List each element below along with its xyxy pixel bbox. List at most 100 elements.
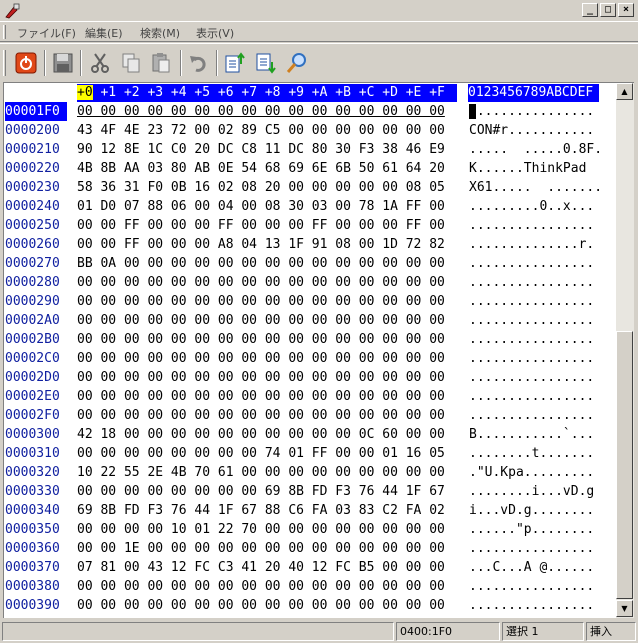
row-ascii[interactable]: B...........`...	[469, 425, 594, 444]
menu-search[interactable]: 検索(M)	[140, 25, 180, 41]
row-ascii[interactable]: ................	[469, 254, 594, 273]
row-hex-bytes[interactable]: 00 00 00 00 00 00 00 00 00 00 00 00 00 0…	[77, 349, 445, 368]
hex-column-labels: +1 +2 +3 +4 +5 +6 +7 +8 +9 +A +B +C +D +…	[92, 85, 445, 100]
row-hex-bytes[interactable]: 00 00 00 00 00 00 00 00 00 00 00 00 00 0…	[77, 102, 445, 121]
row-hex-bytes[interactable]: 00 00 00 00 00 00 00 00 00 00 00 00 00 0…	[77, 330, 445, 349]
status-mode: 挿入	[586, 622, 636, 641]
row-hex-bytes[interactable]: 00 00 00 00 00 00 00 00 00 00 00 00 00 0…	[77, 368, 445, 387]
row-address: 0000300	[5, 427, 60, 442]
row-ascii[interactable]: ................	[469, 387, 594, 406]
menu-grip	[3, 25, 6, 39]
scroll-down-button[interactable]: ▼	[616, 600, 633, 617]
row-address: 0000360	[5, 541, 60, 556]
row-ascii[interactable]: ................	[469, 577, 594, 596]
menu-bar: ファイル(F) 編集(E) 検索(M) 表示(V)	[0, 22, 638, 42]
row-hex-bytes[interactable]: 00 00 FF 00 00 00 A8 04 13 1F 91 08 00 1…	[77, 235, 445, 254]
export-icon[interactable]	[253, 50, 279, 76]
hex-editor-view[interactable]: +0 +1 +2 +3 +4 +5 +6 +7 +8 +9 +A +B +C +…	[3, 82, 616, 618]
paste-icon[interactable]	[148, 50, 174, 76]
minimize-button[interactable]: _	[582, 3, 598, 17]
menu-file[interactable]: ファイル(F)	[17, 25, 76, 41]
row-address: 0000330	[5, 484, 60, 499]
row-ascii[interactable]: ................	[469, 406, 594, 425]
row-hex-bytes[interactable]: 01 D0 07 88 06 00 04 00 08 30 03 00 78 1…	[77, 197, 445, 216]
row-hex-bytes[interactable]: 00 00 00 00 00 00 00 00 00 00 00 00 00 0…	[77, 273, 445, 292]
status-bar: 0400:1F0 選択 1 挿入	[0, 620, 638, 643]
row-ascii[interactable]: ................	[469, 349, 594, 368]
row-hex-bytes[interactable]: 07 81 00 43 12 FC C3 41 20 40 12 FC B5 0…	[77, 558, 445, 577]
row-hex-bytes[interactable]: 00 00 00 00 00 00 00 00 00 00 00 00 00 0…	[77, 311, 445, 330]
scroll-up-button[interactable]: ▲	[616, 83, 633, 100]
row-address: 0000270	[5, 256, 60, 271]
find-icon[interactable]	[284, 50, 310, 76]
toolbar-separator	[216, 50, 218, 76]
row-ascii[interactable]: ..... .....0.8F.	[469, 140, 602, 159]
row-ascii[interactable]: ................	[469, 368, 594, 387]
save-icon[interactable]	[50, 50, 76, 76]
row-address: 0000280	[5, 275, 60, 290]
row-hex-bytes[interactable]: 00 00 00 00 00 00 00 00 00 00 00 00 00 0…	[77, 292, 445, 311]
row-hex-bytes[interactable]: 42 18 00 00 00 00 00 00 00 00 00 00 0C 6…	[77, 425, 445, 444]
row-ascii[interactable]: ................	[469, 330, 594, 349]
row-ascii[interactable]: X61..... .......	[469, 178, 602, 197]
undo-icon[interactable]	[186, 50, 212, 76]
copy-icon[interactable]	[118, 50, 144, 76]
row-ascii[interactable]: CON#r...........	[469, 121, 594, 140]
row-ascii[interactable]: K......ThinkPad	[469, 159, 594, 178]
import-icon[interactable]	[222, 50, 248, 76]
row-address: 00002B0	[5, 332, 60, 347]
row-hex-bytes[interactable]: BB 0A 00 00 00 00 00 00 00 00 00 00 00 0…	[77, 254, 445, 273]
row-address: 0000350	[5, 522, 60, 537]
row-address: 0000380	[5, 579, 60, 594]
cut-icon[interactable]	[87, 50, 113, 76]
row-hex-bytes[interactable]: 00 00 00 00 00 00 00 00 00 00 00 00 00 0…	[77, 596, 445, 615]
hex-column-header: +0 +1 +2 +3 +4 +5 +6 +7 +8 +9 +A +B +C +…	[77, 84, 457, 102]
row-address: 0000250	[5, 218, 60, 233]
maximize-button[interactable]: □	[600, 3, 616, 17]
status-message	[2, 622, 394, 641]
toolbar-separator	[180, 50, 182, 76]
close-button[interactable]: ×	[618, 3, 634, 17]
row-address: 0000340	[5, 503, 60, 518]
row-address: 0000260	[5, 237, 60, 252]
row-hex-bytes[interactable]: 00 00 00 00 00 00 00 00 69 8B FD F3 76 4…	[77, 482, 445, 501]
scroll-thumb[interactable]	[616, 331, 633, 599]
vertical-scrollbar[interactable]: ▲ ▼	[616, 82, 634, 618]
row-ascii[interactable]: ................	[469, 539, 594, 558]
row-ascii[interactable]: ...C...A @......	[469, 558, 594, 577]
menu-edit[interactable]: 編集(E)	[85, 25, 123, 41]
row-hex-bytes[interactable]: 10 22 55 2E 4B 70 61 00 00 00 00 00 00 0…	[77, 463, 445, 482]
row-hex-bytes[interactable]: 00 00 00 00 00 00 00 00 74 01 FF 00 00 0…	[77, 444, 445, 463]
row-ascii[interactable]: ................	[469, 216, 594, 235]
row-hex-bytes[interactable]: 00 00 FF 00 00 00 FF 00 00 00 FF 00 00 0…	[77, 216, 445, 235]
row-ascii[interactable]: .........0..x...	[469, 197, 594, 216]
row-address: 0000220	[5, 161, 60, 176]
row-hex-bytes[interactable]: 00 00 00 00 00 00 00 00 00 00 00 00 00 0…	[77, 387, 445, 406]
row-ascii[interactable]: ........t.......	[469, 444, 594, 463]
row-ascii[interactable]: ........i...vD.g	[469, 482, 594, 501]
row-hex-bytes[interactable]: 00 00 00 00 00 00 00 00 00 00 00 00 00 0…	[77, 406, 445, 425]
row-ascii[interactable]: ......"p........	[469, 520, 594, 539]
row-ascii[interactable]: ................	[469, 311, 594, 330]
row-ascii[interactable]: ."U.Kpa.........	[469, 463, 594, 482]
row-ascii[interactable]: ................	[469, 102, 594, 121]
row-hex-bytes[interactable]: 58 36 31 F0 0B 16 02 08 20 00 00 00 00 0…	[77, 178, 445, 197]
row-ascii[interactable]: ................	[469, 292, 594, 311]
row-address: 0000320	[5, 465, 60, 480]
row-ascii[interactable]: ................	[469, 596, 594, 615]
row-ascii[interactable]: ..............r.	[469, 235, 594, 254]
row-address: 00002F0	[5, 408, 60, 423]
row-hex-bytes[interactable]: 00 00 00 00 10 01 22 70 00 00 00 00 00 0…	[77, 520, 445, 539]
power-icon[interactable]	[13, 50, 39, 76]
menu-view[interactable]: 表示(V)	[196, 25, 234, 41]
row-hex-bytes[interactable]: 69 8B FD F3 76 44 1F 67 88 C6 FA 03 83 C…	[77, 501, 445, 520]
row-hex-bytes[interactable]: 00 00 00 00 00 00 00 00 00 00 00 00 00 0…	[77, 577, 445, 596]
row-hex-bytes[interactable]: 4B 8B AA 03 80 AB 0E 54 68 69 6E 6B 50 6…	[77, 159, 445, 178]
row-address: 00002C0	[5, 351, 60, 366]
row-hex-bytes[interactable]: 43 4F 4E 23 72 00 02 89 C5 00 00 00 00 0…	[77, 121, 445, 140]
row-hex-bytes[interactable]: 00 00 1E 00 00 00 00 00 00 00 00 00 00 0…	[77, 539, 445, 558]
row-ascii[interactable]: ................	[469, 273, 594, 292]
row-ascii[interactable]: i...vD.g........	[469, 501, 594, 520]
row-address: 0000390	[5, 598, 60, 613]
row-hex-bytes[interactable]: 90 12 8E 1C C0 20 DC C8 11 DC 80 30 F3 3…	[77, 140, 445, 159]
